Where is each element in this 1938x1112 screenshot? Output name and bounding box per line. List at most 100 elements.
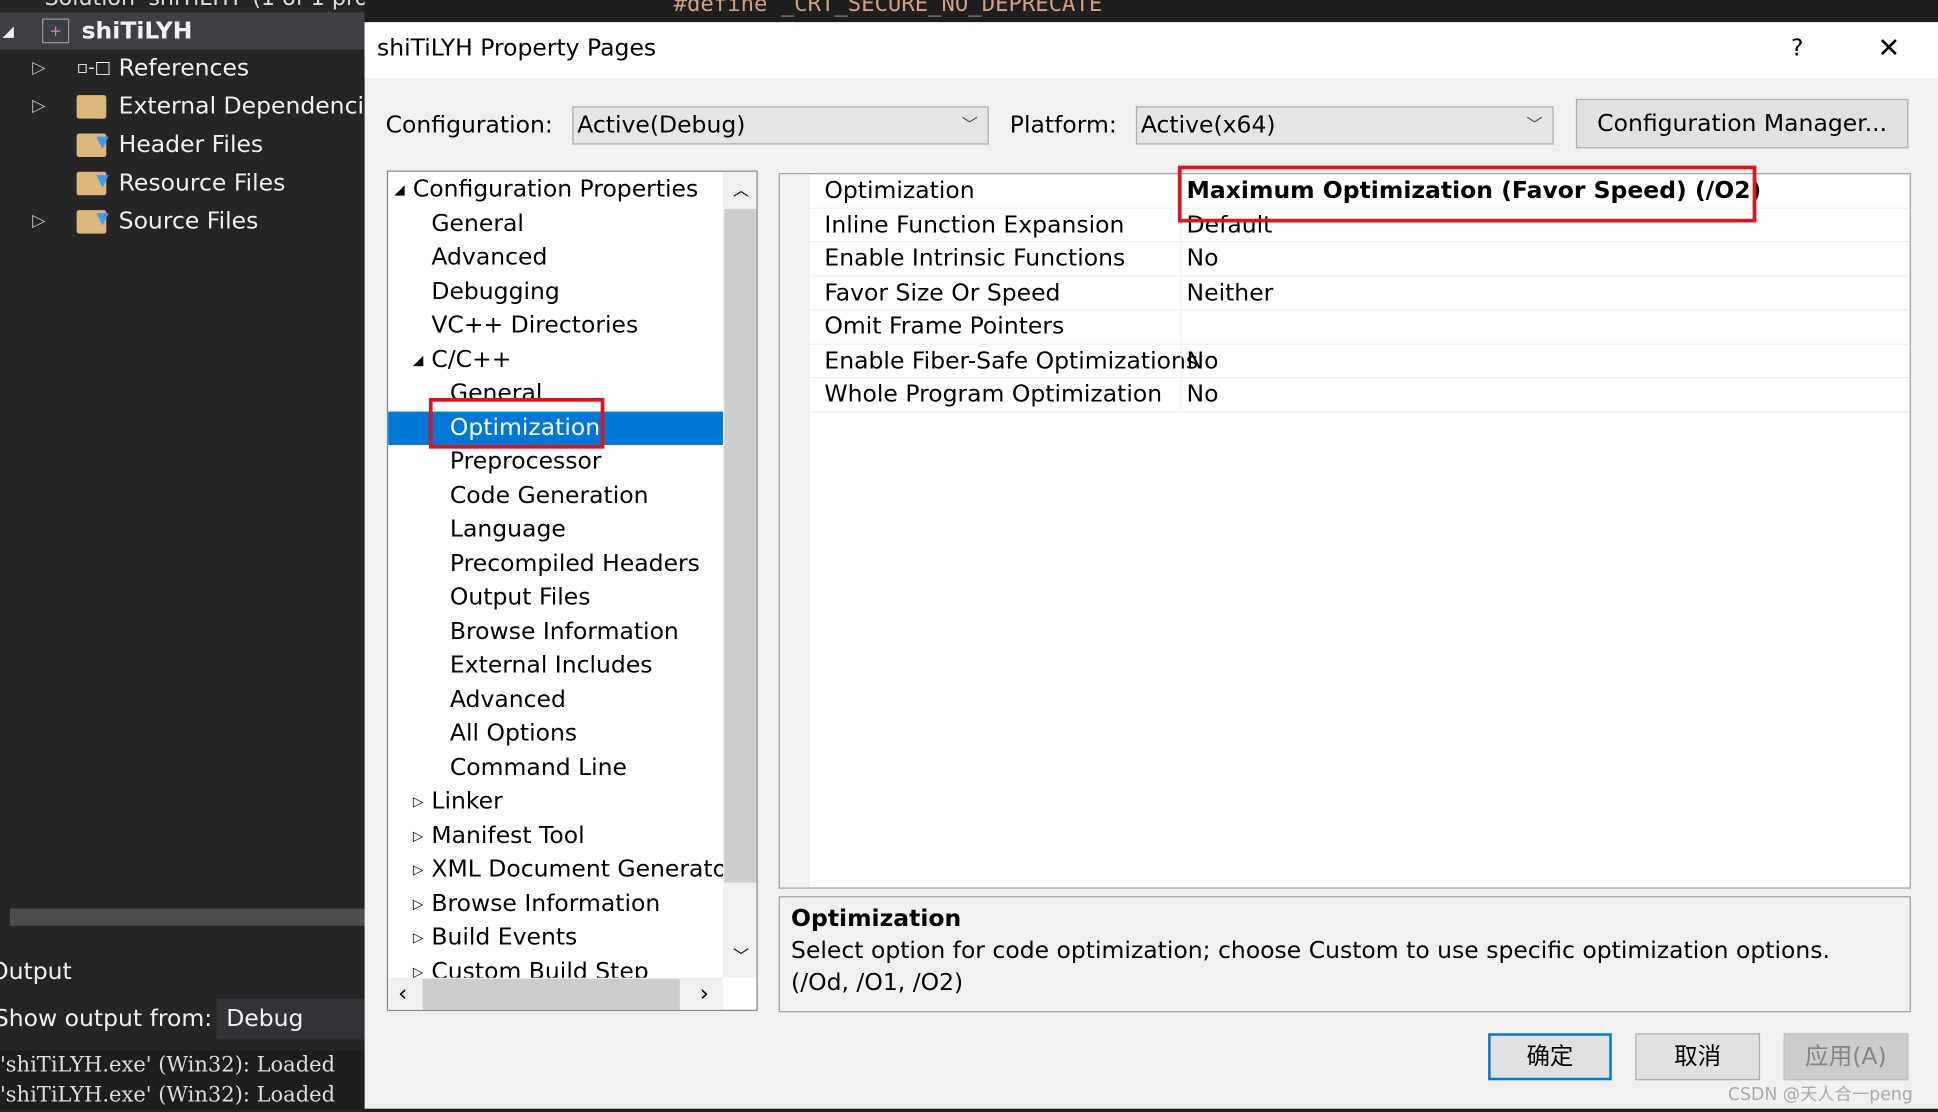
platform-label: Platform: (1009, 111, 1117, 139)
tree-item[interactable]: Debugging (388, 275, 723, 308)
tree-item[interactable]: Command Line (388, 751, 723, 784)
property-grid: Optimization Maximum Optimization (Favor… (778, 173, 1911, 889)
output-line: 'shiTiLYH.exe' (Win32): Loaded (0, 1053, 336, 1078)
scroll-thumb[interactable] (422, 978, 680, 1010)
property-name: Favor Size Or Speed (824, 278, 1061, 306)
collapse-icon[interactable]: ◢ (394, 173, 404, 206)
configuration-manager-button[interactable]: Configuration Manager... (1575, 98, 1909, 149)
description-text: Select option for code optimization; cho… (791, 936, 1868, 997)
tree-item[interactable]: ▷ Linker (388, 785, 723, 818)
description-title: Optimization (791, 904, 962, 932)
tree-vertical-scrollbar[interactable]: ︿ ﹀ (723, 171, 757, 978)
show-output-label: Show output from: (0, 1004, 213, 1033)
tree-item[interactable]: ▷ Build Events (388, 921, 723, 954)
output-line: 'shiTiLYH.exe' (Win32): Loaded (0, 1082, 336, 1108)
tree-item[interactable]: ◢ Configuration Properties (388, 173, 723, 206)
tree-item[interactable]: VC++ Directories (388, 309, 723, 342)
tree-item[interactable]: Code Generation (388, 479, 723, 512)
scroll-right-icon[interactable]: › (700, 980, 709, 1007)
expand-icon[interactable]: ▷ (32, 49, 45, 86)
horizontal-scrollbar[interactable] (9, 908, 365, 926)
filter-folder-icon: ▼ (76, 210, 109, 234)
output-title: Output (0, 957, 72, 986)
property-name: Enable Intrinsic Functions (824, 244, 1126, 272)
solution-item[interactable]: ▷ ▫-□ References (0, 49, 365, 86)
output-source-dropdown[interactable]: Debug (216, 998, 365, 1040)
scroll-down-icon[interactable]: ﹀ (733, 943, 749, 967)
tree-horizontal-scrollbar[interactable]: ‹ › (388, 977, 724, 1010)
property-name: Optimization (824, 176, 975, 204)
expand-icon[interactable]: ▷ (413, 887, 423, 920)
solution-item[interactable]: ▷ External Dependencies (0, 88, 364, 125)
filter-folder-icon: ▼ (76, 171, 109, 196)
expand-icon[interactable]: ▷ (413, 785, 423, 818)
description-panel: Optimization Select option for code opti… (778, 896, 1911, 1013)
tree-item[interactable]: ▷ Manifest Tool (388, 819, 723, 852)
property-value[interactable]: No (1187, 344, 1219, 377)
tree-item[interactable]: Language (388, 513, 723, 546)
property-pages-dialog: shiTiLYH Property Pages ? ✕ Configuratio… (364, 22, 1938, 1109)
output-text: 'shiTiLYH.exe' (Win32): Loaded 'shiTiLYH… (0, 1050, 365, 1110)
property-value[interactable]: No (1187, 378, 1219, 411)
editor-snippet: #define _CRT_SECURE_NO_DEPRECATE (364, 0, 1938, 23)
property-tree: ◢ Configuration Properties General Advanced… (386, 170, 758, 1012)
property-name: Whole Program Optimization (824, 380, 1163, 408)
property-name: Enable Fiber-Safe Optimizations (824, 346, 1199, 374)
property-row[interactable]: Omit Frame Pointers (779, 310, 1910, 345)
tree-item[interactable]: Browse Information (388, 615, 723, 648)
expand-icon[interactable]: ▷ (32, 88, 45, 125)
chevron-down-icon: ﹀ (1526, 116, 1543, 135)
tree-item[interactable]: External Includes (388, 649, 723, 682)
external-dependencies-folder-icon (76, 95, 107, 119)
cancel-button[interactable]: 取消 (1635, 1033, 1761, 1081)
collapse-icon[interactable]: ◢ (2, 12, 13, 49)
property-row[interactable]: Enable Intrinsic Functions No (779, 242, 1910, 277)
filter-folder-icon: ▼ (76, 133, 109, 157)
chevron-down-icon: ﹀ (961, 116, 978, 135)
scroll-left-icon[interactable]: ‹ (398, 980, 407, 1007)
highlight-box (1177, 165, 1757, 223)
close-icon[interactable]: ✕ (1877, 33, 1900, 64)
expand-icon[interactable]: ▷ (32, 203, 45, 240)
property-row[interactable]: Favor Size Or Speed Neither (779, 276, 1910, 311)
solution-header: Solution 'shiTiLYH' (1 of 1 project) (44, 0, 417, 11)
scroll-up-icon[interactable]: ︿ (733, 177, 749, 201)
ok-button[interactable]: 确定 (1488, 1033, 1612, 1081)
tree-item[interactable]: Output Files (388, 581, 723, 614)
tree-item[interactable]: ▷ Browse Information (388, 887, 723, 920)
configuration-dropdown[interactable]: Active(Debug) ﹀ (572, 106, 989, 145)
property-name: Inline Function Expansion (824, 210, 1125, 238)
solution-item[interactable]: ▼ Resource Files (0, 164, 365, 201)
help-button[interactable]: ? (1791, 35, 1803, 62)
property-row[interactable]: Whole Program Optimization No (779, 378, 1910, 413)
platform-dropdown[interactable]: Active(x64) ﹀ (1135, 106, 1554, 145)
apply-button[interactable]: 应用(A) (1783, 1033, 1909, 1081)
expand-icon[interactable]: ▷ (413, 853, 423, 886)
property-row[interactable]: Enable Fiber-Safe Optimizations No (779, 344, 1910, 379)
scroll-thumb[interactable] (724, 208, 757, 883)
tree-item[interactable]: ◢ C/C++ (388, 343, 723, 376)
solution-explorer: Solution 'shiTiLYH' (1 of 1 project) ◢ +… (0, 0, 418, 1112)
cpp-project-icon: + (42, 18, 70, 44)
tree-item[interactable]: Preprocessor (388, 445, 723, 478)
property-value[interactable]: No (1187, 242, 1219, 275)
configuration-label: Configuration: (385, 111, 553, 139)
tree-item[interactable]: Advanced (388, 683, 723, 716)
project-node[interactable]: ◢ + shiTiLYH (0, 12, 365, 50)
property-name: Omit Frame Pointers (824, 312, 1065, 340)
collapse-icon[interactable]: ◢ (413, 343, 423, 376)
watermark: CSDN @天人合一peng (1727, 1085, 1913, 1105)
tree-item[interactable]: All Options (388, 717, 723, 750)
tree-item[interactable]: General (388, 207, 723, 240)
tree-item[interactable]: ▷ XML Document Generator (388, 853, 737, 886)
solution-item[interactable]: ▼ Header Files (0, 126, 365, 163)
property-value[interactable]: Neither (1187, 276, 1274, 309)
tree-item[interactable]: Precompiled Headers (388, 547, 723, 580)
expand-icon[interactable]: ▷ (413, 921, 423, 954)
dialog-title: shiTiLYH Property Pages (376, 34, 657, 62)
tree-item[interactable]: Advanced (388, 241, 723, 274)
solution-item[interactable]: ▷ ▼ Source Files (0, 203, 365, 240)
highlight-box (428, 397, 605, 449)
references-icon: ▫-□ (76, 58, 111, 78)
expand-icon[interactable]: ▷ (413, 819, 423, 852)
